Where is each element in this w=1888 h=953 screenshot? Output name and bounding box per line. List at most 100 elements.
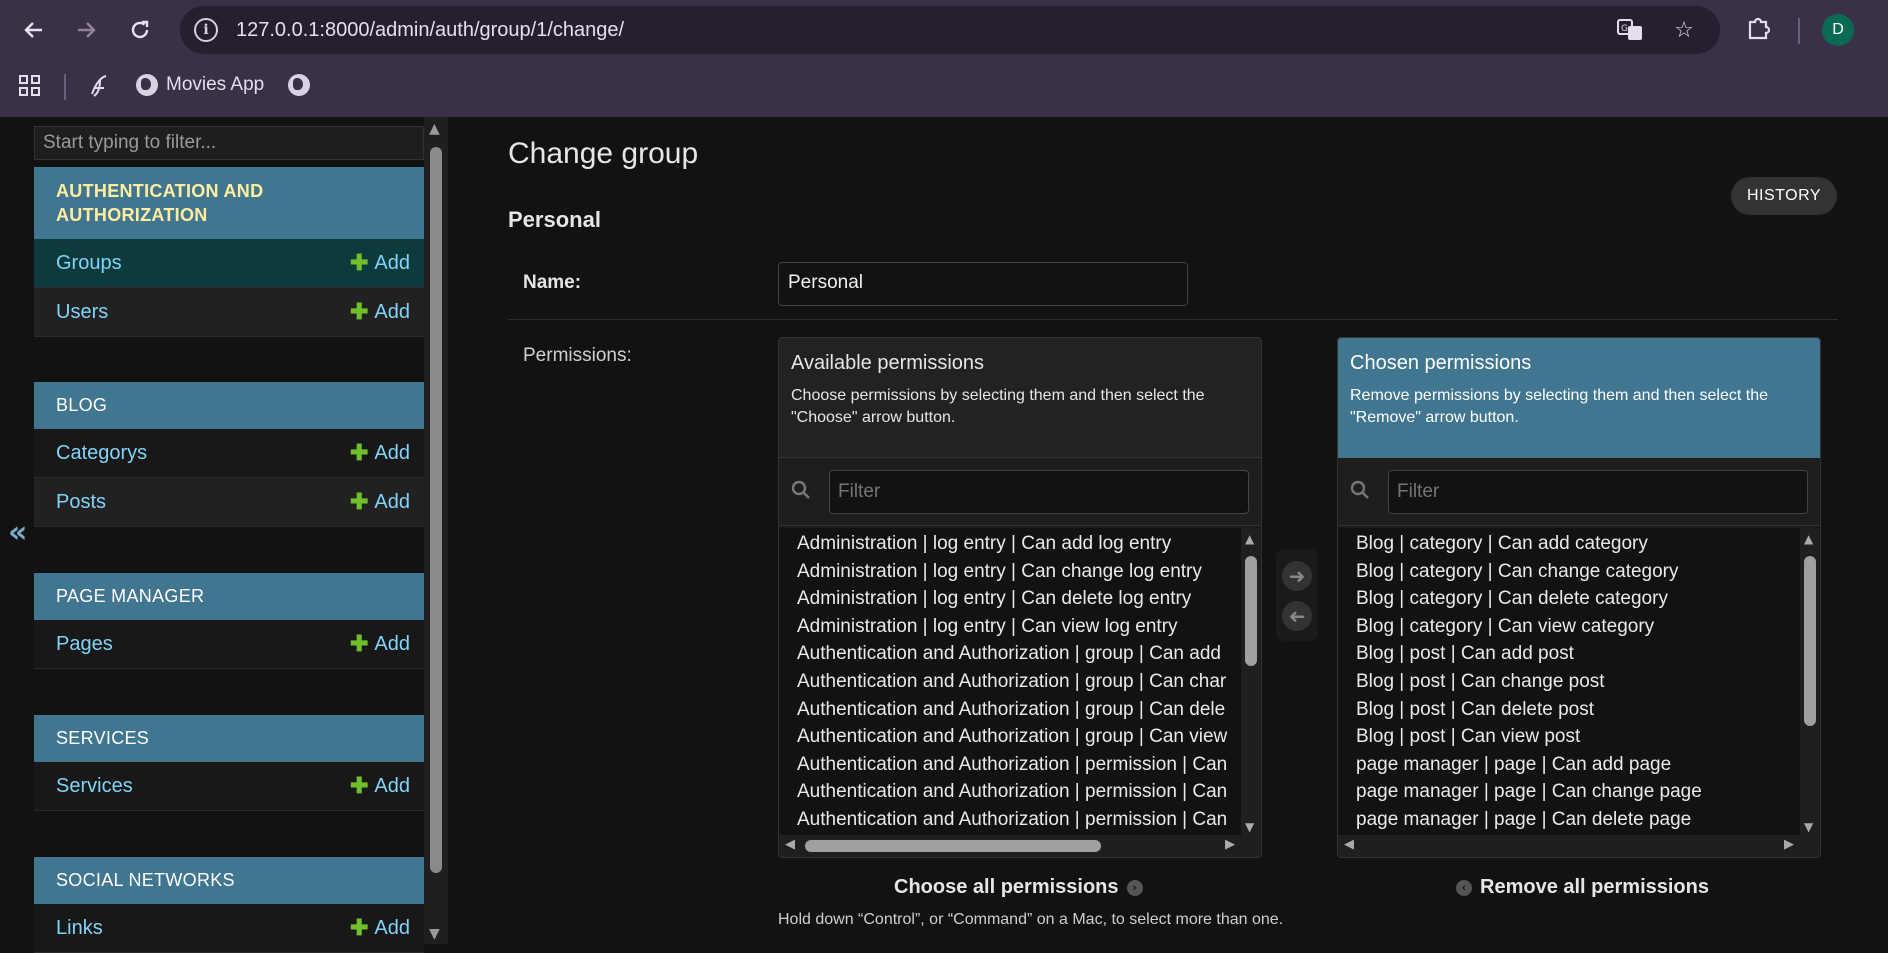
nav-row-links[interactable]: Links ✚ Add bbox=[34, 904, 424, 953]
choose-all-link[interactable]: Choose all permissions › bbox=[894, 876, 1143, 899]
add-categorys-link[interactable]: ✚ Add bbox=[350, 440, 410, 466]
available-list[interactable]: Administration | log entry | Can add log… bbox=[779, 528, 1261, 836]
remove-all-label: Remove all permissions bbox=[1480, 876, 1709, 898]
available-vscrollbar[interactable]: ▲ ▼ bbox=[1241, 528, 1261, 836]
sidebar-toggle[interactable]: « bbox=[0, 117, 32, 944]
nav-row-services[interactable]: Services ✚ Add bbox=[34, 762, 424, 811]
module-caption[interactable]: AUTHENTICATION AND AUTHORIZATION bbox=[34, 167, 424, 239]
nav-link-pages[interactable]: Pages bbox=[56, 633, 113, 656]
nav-row-groups[interactable]: Groups ✚ Add bbox=[34, 239, 424, 288]
bookmark-logo-icon[interactable] bbox=[88, 74, 110, 98]
forward-icon[interactable] bbox=[68, 12, 104, 48]
sidebar-scrollbar[interactable]: ▲ ▼ bbox=[424, 117, 448, 944]
nav-link-users[interactable]: Users bbox=[56, 301, 108, 324]
chosen-list[interactable]: Blog | category | Can add category Blog |… bbox=[1338, 528, 1820, 836]
list-item[interactable]: Blog | category | Can delete category bbox=[1356, 585, 1820, 613]
list-item[interactable]: Administration | log entry | Can delete … bbox=[797, 585, 1261, 613]
scroll-thumb[interactable] bbox=[805, 840, 1101, 852]
add-pages-link[interactable]: ✚ Add bbox=[350, 631, 410, 657]
choose-arrow-icon[interactable]: ➜ bbox=[1282, 561, 1312, 591]
module-caption[interactable]: PAGE MANAGER bbox=[34, 573, 424, 620]
nav-link-groups[interactable]: Groups bbox=[56, 252, 122, 275]
list-item[interactable]: Blog | post | Can view post bbox=[1356, 723, 1820, 751]
available-hscrollbar[interactable]: ◀ ▶ bbox=[779, 835, 1261, 857]
chosen-hscrollbar[interactable]: ◀ ▶ bbox=[1338, 835, 1820, 857]
address-bar[interactable]: i 127.0.0.1:8000/admin/auth/group/1/chan… bbox=[180, 6, 1720, 54]
scroll-down-icon[interactable]: ▼ bbox=[1245, 820, 1254, 834]
list-item[interactable]: page manager | page | Can add page bbox=[1356, 751, 1820, 779]
extensions-icon[interactable] bbox=[1746, 14, 1772, 46]
profile-avatar[interactable]: D bbox=[1822, 14, 1854, 46]
add-users-link[interactable]: ✚ Add bbox=[350, 299, 410, 325]
scroll-down-icon[interactable]: ▼ bbox=[1804, 820, 1813, 834]
module-caption[interactable]: BLOG bbox=[34, 382, 424, 429]
add-label: Add bbox=[374, 251, 410, 274]
scroll-thumb[interactable] bbox=[1804, 556, 1816, 726]
list-item[interactable]: Authentication and Authorization | permi… bbox=[797, 778, 1261, 806]
list-item[interactable]: Authentication and Authorization | permi… bbox=[797, 751, 1261, 779]
nav-link-categorys[interactable]: Categorys bbox=[56, 442, 147, 465]
nav-link-posts[interactable]: Posts bbox=[56, 491, 106, 514]
list-item[interactable]: Blog | category | Can view category bbox=[1356, 613, 1820, 641]
list-item[interactable]: Blog | category | Can add category bbox=[1356, 530, 1820, 558]
list-item[interactable]: Administration | log entry | Can view lo… bbox=[797, 613, 1261, 641]
remove-all-link[interactable]: ‹ Remove all permissions bbox=[1456, 876, 1709, 899]
list-item[interactable]: Authentication and Authorization | group… bbox=[797, 696, 1261, 724]
nav-row-categorys[interactable]: Categorys ✚ Add bbox=[34, 429, 424, 478]
add-services-link[interactable]: ✚ Add bbox=[350, 773, 410, 799]
plus-icon: ✚ bbox=[349, 299, 369, 324]
available-filter-input[interactable] bbox=[829, 470, 1249, 514]
scroll-up-icon[interactable]: ▲ bbox=[1804, 532, 1813, 546]
plus-icon: ✚ bbox=[349, 915, 369, 940]
nav-row-users[interactable]: Users ✚ Add bbox=[34, 288, 424, 337]
list-item[interactable]: Authentication and Authorization | permi… bbox=[797, 806, 1261, 834]
list-item[interactable]: Authentication and Authorization | group… bbox=[797, 723, 1261, 751]
url-text[interactable]: 127.0.0.1:8000/admin/auth/group/1/change… bbox=[236, 19, 624, 42]
apps-icon[interactable] bbox=[18, 74, 42, 98]
reload-icon[interactable] bbox=[122, 12, 158, 48]
back-icon[interactable] bbox=[16, 12, 52, 48]
translate-icon[interactable]: G bbox=[1616, 18, 1644, 42]
add-groups-link[interactable]: ✚ Add bbox=[350, 250, 410, 276]
nav-link-links[interactable]: Links bbox=[56, 917, 103, 940]
scroll-down-icon[interactable]: ▼ bbox=[429, 926, 440, 942]
chosen-vscrollbar[interactable]: ▲ ▼ bbox=[1800, 528, 1820, 836]
sidebar-scroll-thumb[interactable] bbox=[430, 147, 442, 873]
scroll-right-icon[interactable]: ▶ bbox=[1784, 837, 1794, 852]
history-button[interactable]: HISTORY bbox=[1731, 177, 1837, 215]
nav-filter-input[interactable]: Start typing to filter... bbox=[34, 126, 424, 160]
list-item[interactable]: Administration | log entry | Can change … bbox=[797, 558, 1261, 586]
collapse-sidebar-icon[interactable]: « bbox=[8, 515, 27, 550]
scroll-left-icon[interactable]: ◀ bbox=[1344, 837, 1354, 852]
scroll-thumb[interactable] bbox=[1245, 556, 1257, 666]
nav-row-posts[interactable]: Posts ✚ Add bbox=[34, 478, 424, 527]
list-item[interactable]: Blog | category | Can change category bbox=[1356, 558, 1820, 586]
list-item[interactable]: Blog | post | Can add post bbox=[1356, 640, 1820, 668]
site-info-icon[interactable]: i bbox=[194, 18, 218, 42]
name-input[interactable]: Personal bbox=[778, 262, 1188, 306]
module-caption[interactable]: SOCIAL NETWORKS bbox=[34, 857, 424, 904]
add-links-link[interactable]: ✚ Add bbox=[350, 915, 410, 941]
remove-arrow-icon[interactable]: ➜ bbox=[1282, 601, 1312, 631]
nav-row-pages[interactable]: Pages ✚ Add bbox=[34, 620, 424, 669]
nav-link-services[interactable]: Services bbox=[56, 775, 133, 798]
scroll-left-icon[interactable]: ◀ bbox=[785, 837, 795, 852]
list-item[interactable]: Administration | log entry | Can add log… bbox=[797, 530, 1261, 558]
list-item[interactable]: Authentication and Authorization | group… bbox=[797, 668, 1261, 696]
bookmark-movies-app[interactable]: Movies App bbox=[136, 74, 264, 96]
available-title: Available permissions bbox=[791, 352, 985, 374]
toolbar: i 127.0.0.1:8000/admin/auth/group/1/chan… bbox=[0, 0, 1888, 60]
list-item[interactable]: Blog | post | Can delete post bbox=[1356, 696, 1820, 724]
module-caption[interactable]: SERVICES bbox=[34, 715, 424, 762]
list-item[interactable]: page manager | page | Can change page bbox=[1356, 778, 1820, 806]
chosen-filter-input[interactable] bbox=[1388, 470, 1808, 514]
list-item[interactable]: page manager | page | Can delete page bbox=[1356, 806, 1820, 834]
add-posts-link[interactable]: ✚ Add bbox=[350, 489, 410, 515]
scroll-up-icon[interactable]: ▲ bbox=[429, 121, 440, 137]
list-item[interactable]: Authentication and Authorization | group… bbox=[797, 640, 1261, 668]
star-icon[interactable]: ☆ bbox=[1670, 18, 1698, 43]
list-item[interactable]: Blog | post | Can change post bbox=[1356, 668, 1820, 696]
bookmark-globe[interactable] bbox=[288, 74, 310, 96]
scroll-up-icon[interactable]: ▲ bbox=[1245, 532, 1254, 546]
scroll-right-icon[interactable]: ▶ bbox=[1225, 837, 1235, 852]
